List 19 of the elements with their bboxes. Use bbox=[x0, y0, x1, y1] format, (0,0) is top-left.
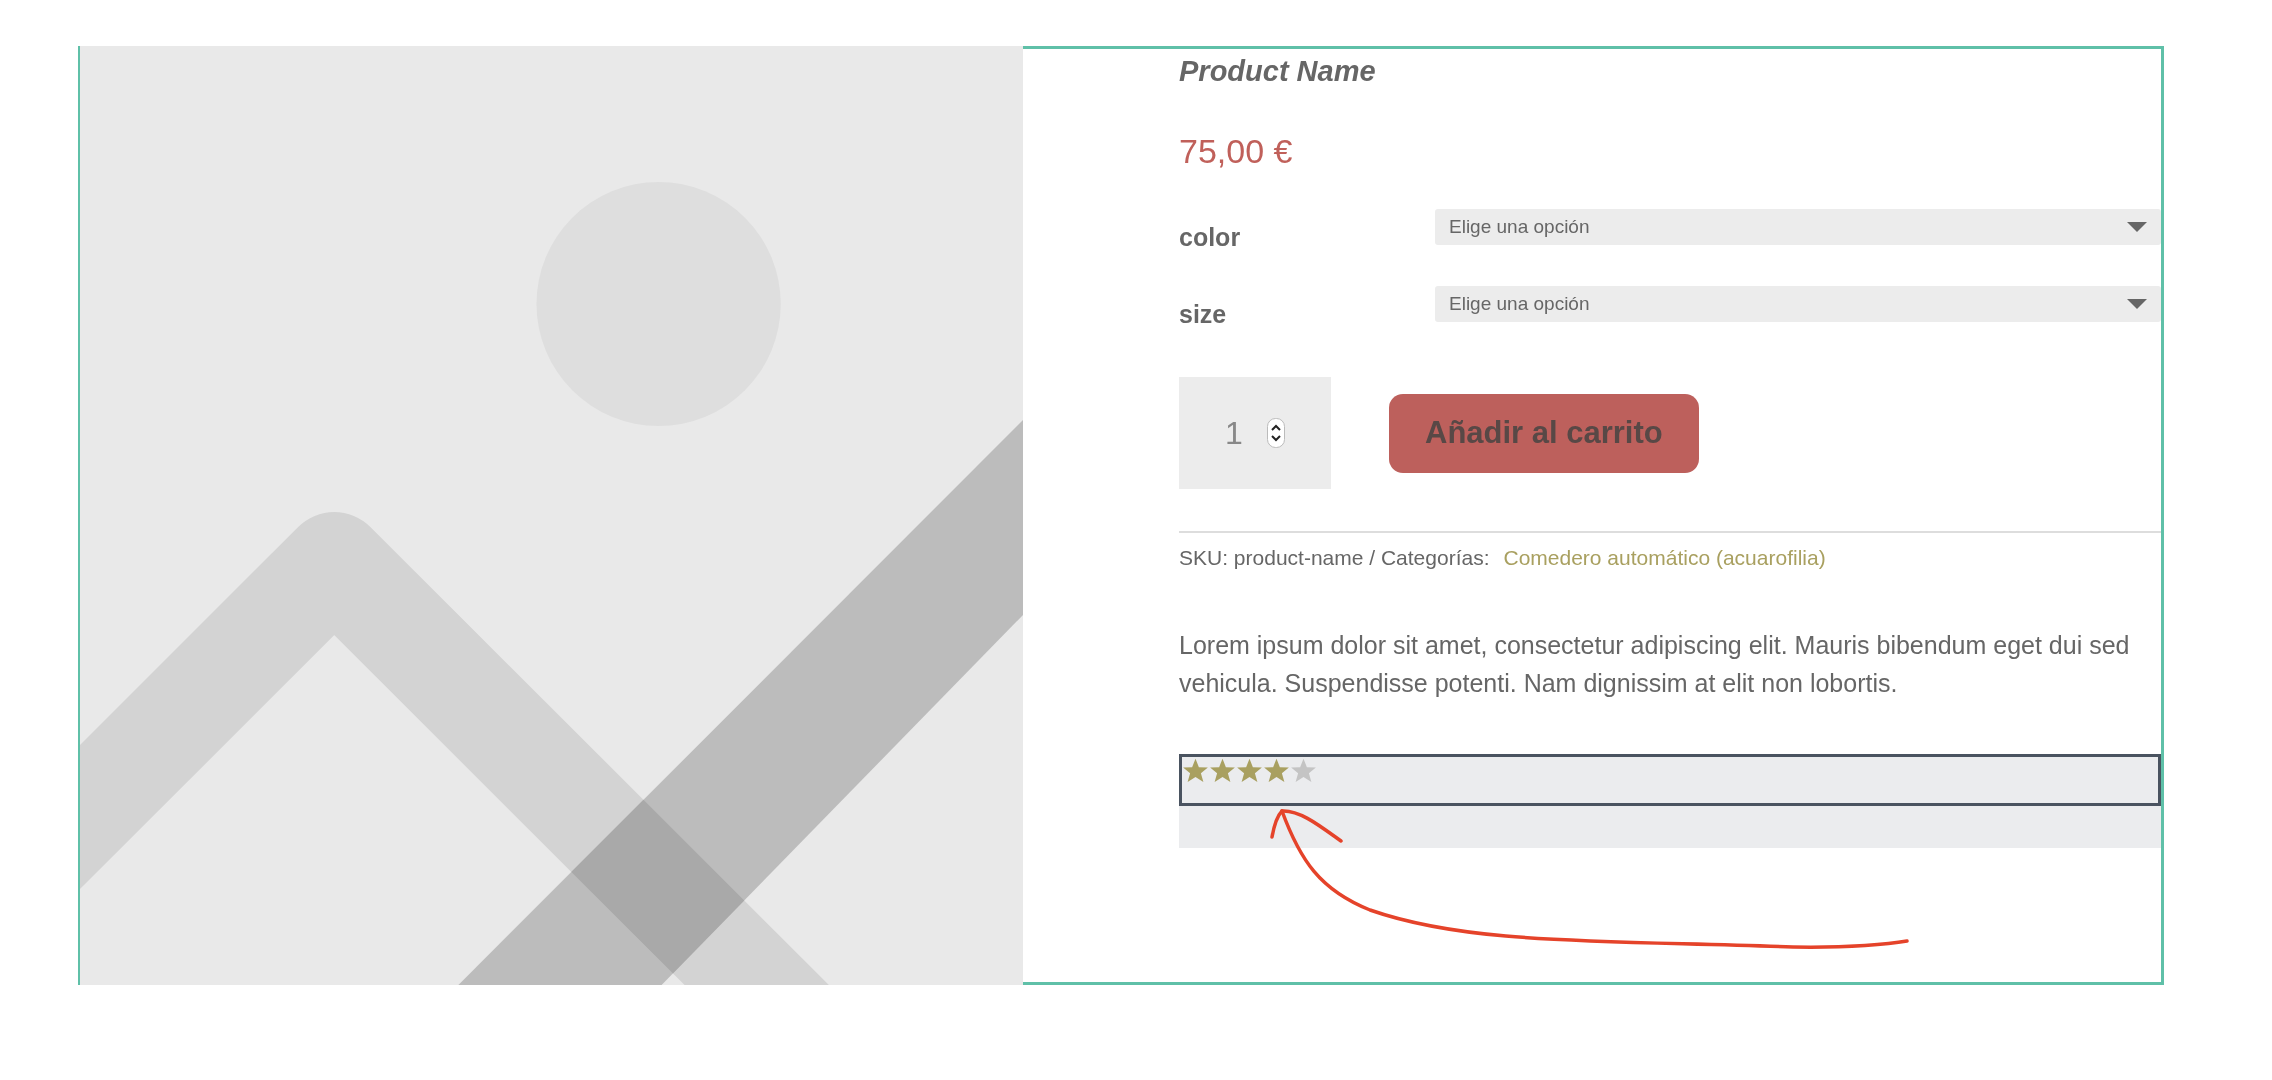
product-title: Product Name bbox=[1179, 55, 1376, 88]
option-dropdown[interactable]: Elige una opción bbox=[1435, 286, 2161, 322]
stepper-icon[interactable] bbox=[1266, 418, 1285, 448]
star-icon bbox=[1290, 757, 1317, 784]
add-to-cart-button[interactable]: Añadir al carrito bbox=[1389, 393, 1699, 473]
star-icon bbox=[1263, 757, 1290, 784]
caret-icon bbox=[2127, 222, 2147, 232]
product-price: 75,00 € bbox=[1179, 132, 1293, 171]
caret-icon bbox=[2127, 299, 2147, 309]
star-icon bbox=[1236, 757, 1263, 784]
attribute-label: color bbox=[1179, 222, 1242, 252]
product-description: Lorem ipsum dolor sit amet, consectetur adipiscing elit. Mauris bibendum eget dui sed vehicula. Suspendisse potenti. Nam dignissim at elit non lobortis. bbox=[1179, 630, 2131, 699]
option-dropdown[interactable]: Elige una opción bbox=[1435, 209, 2161, 245]
star-icon bbox=[1182, 757, 1209, 784]
star-icon bbox=[1209, 757, 1236, 784]
sku-text: SKU: product-name / Categorías: bbox=[1179, 546, 1490, 570]
quantity-field[interactable]: 1 bbox=[1179, 377, 1331, 489]
attribute-label: size bbox=[1179, 299, 1228, 329]
category-link[interactable]: Comedero automático (acuarofilia) bbox=[1503, 546, 1826, 570]
